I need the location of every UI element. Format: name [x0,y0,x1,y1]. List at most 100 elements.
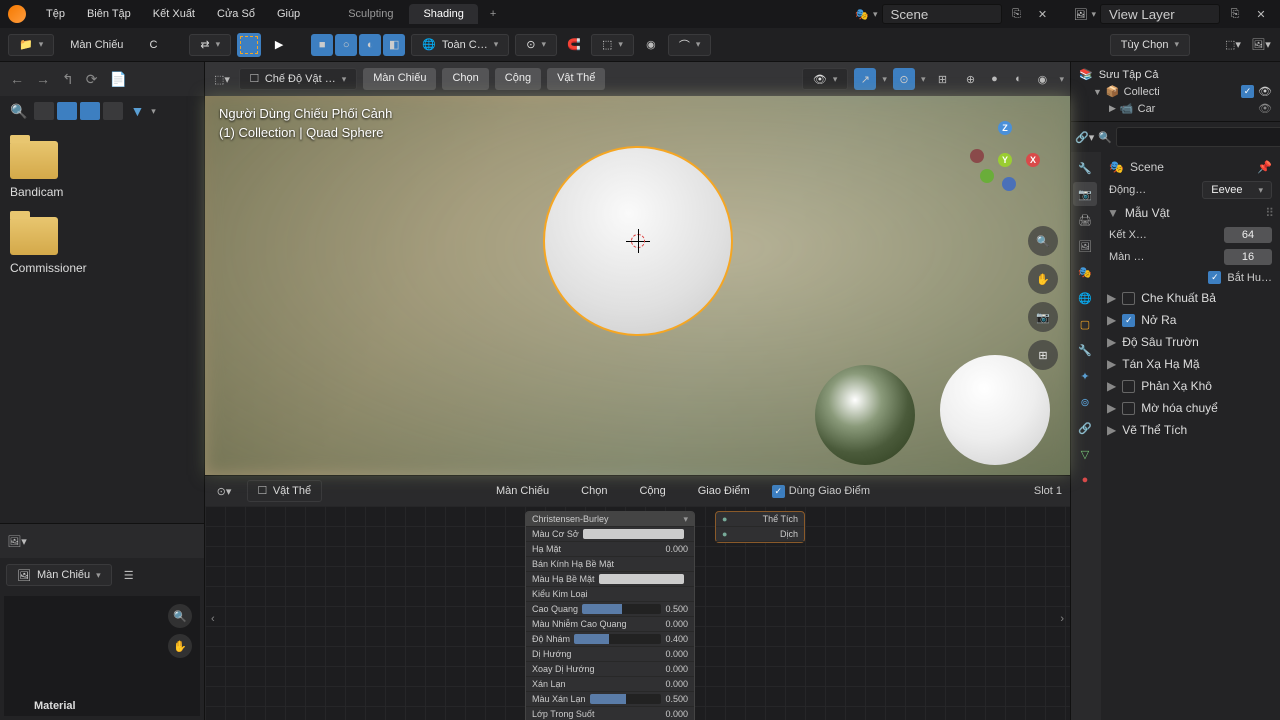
snap-target[interactable]: ⬚ ▾ [591,34,634,56]
orientation-dropdown[interactable]: 🌐 Toàn C… ▾ [411,34,509,56]
move-icon[interactable]: ■ [311,34,333,56]
ao-panel[interactable]: ▶Che Khuất Bả [1107,287,1274,309]
sampling-panel[interactable]: ▼Mẫu Vật ⠿ [1107,202,1274,224]
viewlayer-selector[interactable]: 🖼 ▾ ⎘ ✕ [1074,3,1273,25]
vp-add-menu[interactable]: Cộng [495,68,541,90]
navigation-gizmo[interactable]: Z X Y [970,121,1040,191]
view-samples-value[interactable]: 16 [1224,249,1272,265]
tab-physics-icon[interactable]: ⊚ [1073,390,1097,414]
sss-panel[interactable]: ▶Tán Xạ Hạ Mặ [1107,353,1274,375]
vp-object-menu[interactable]: Vật Thể [547,68,605,90]
tab-particle-icon[interactable]: ✦ [1073,364,1097,388]
tab-shading[interactable]: Shading [409,4,477,24]
select-tool[interactable] [237,33,261,57]
tab-add[interactable]: + [480,4,506,24]
viewlayer-input[interactable] [1100,4,1220,24]
filter-icon[interactable]: ▼ [126,101,148,121]
menu-window[interactable]: Cửa Sổ [207,4,265,24]
folder-bandicam[interactable]: Bandicam [10,141,194,199]
node-node[interactable]: Giao Điểm [688,481,760,501]
hand-icon[interactable]: ✋ [168,634,192,658]
transform-icon[interactable]: ◧ [383,34,405,56]
zoom-icon[interactable]: 🔍 [1028,226,1058,256]
tab-object-icon[interactable]: ▢ [1073,312,1097,336]
neg-y-icon[interactable] [980,169,994,183]
nav-refresh-icon[interactable]: ⟳ [82,69,102,90]
close-scene-icon[interactable]: ✕ [1032,3,1054,25]
transform-pills[interactable]: ■ ○ ◐ ◧ [311,34,405,56]
tab-scene-icon[interactable]: 🎭 [1073,260,1097,284]
overlay-toggle[interactable]: ⊙ [893,68,915,90]
collection-row[interactable]: ▼📦 Collecti ✓ 👁 [1075,83,1276,100]
thumb-icon[interactable] [103,102,123,120]
camera-row[interactable]: ▶📹 Car 👁 [1075,100,1276,117]
copy-layer-icon[interactable]: ⎘ [1224,3,1246,25]
slot-label[interactable]: Slot 1 [1034,485,1062,497]
scale-icon[interactable]: ◐ [359,34,381,56]
check-icon[interactable]: ✓ [1241,85,1254,98]
prop-edit[interactable]: ◉ [640,34,662,56]
tab-world-icon[interactable]: 🌐 [1073,286,1097,310]
rotate-icon[interactable]: ○ [335,34,357,56]
neg-axis-icon[interactable] [970,149,984,163]
nav-fwd-icon[interactable]: → [32,69,54,89]
wire-icon[interactable]: ⊕ [959,68,981,90]
outliner-filter-icon[interactable]: ⬚▾ [1222,34,1244,56]
mode-dropdown[interactable]: 🞎 Chế Độ Vật … ▾ [239,68,357,90]
pin-icon[interactable]: 📌 [1257,160,1272,174]
vp-view-menu[interactable]: Màn Chiếu [363,68,436,90]
scene-selector[interactable]: 🎭 ▾ ⎘ ✕ [855,3,1053,25]
copy-scene-icon[interactable]: ⎘ [1006,3,1028,25]
node-canvas[interactable]: ‹ › Christensen-Burley▾ Màu Cơ Sở Hạ Mặt… [205,506,1070,720]
menu-help[interactable]: Giúp [267,4,310,24]
node-select[interactable]: Chọn [571,481,617,501]
node-editor-icon[interactable]: ⊙▾ [213,480,235,502]
eye-icon[interactable]: 👁 [1258,85,1272,98]
view-menu[interactable]: Màn Chiếu [60,35,133,55]
nav-up-icon[interactable]: ↰ [58,69,78,90]
scene-input[interactable] [882,4,1002,24]
panel-right-icon[interactable]: › [1060,613,1064,625]
shading-modes[interactable]: ⊕ ● ◐ ◉ [959,68,1053,90]
tab-constraint-icon[interactable]: 🔗 [1073,416,1097,440]
tab-viewlayer-icon[interactable]: 🖼 [1073,234,1097,258]
viewport-denoise-check[interactable]: ✓ [1208,271,1221,284]
scene-breadcrumb[interactable]: 🎭 Scene 📌 [1107,156,1274,178]
nav-new-icon[interactable]: 📄 [105,69,130,90]
options-dropdown[interactable]: Tùy Chọn ▾ [1110,34,1190,56]
tab-sculpting[interactable]: Sculpting [334,4,407,24]
persp-icon[interactable]: ⊞ [1028,340,1058,370]
thumb-large-icon[interactable] [80,102,100,120]
tab-tool-icon[interactable]: 🔧 [1073,156,1097,180]
zoom-icon[interactable]: 🔍 [168,604,192,628]
visibility-dropdown[interactable]: 👁 ▾ [802,68,849,90]
editor-icon[interactable]: ⬚▾ [211,68,233,90]
outliner-display-icon[interactable]: 🖼▾ [1250,34,1272,56]
gizmo-toggle[interactable]: ↗ [854,68,876,90]
menu-render[interactable]: Kết Xuất [143,4,205,24]
xray-icon[interactable]: ⊞ [931,68,953,90]
list-view-icon[interactable] [34,102,54,120]
camera-icon[interactable]: 📷 [1028,302,1058,332]
motionblur-panel[interactable]: ▶Mờ hóa chuyể [1107,397,1274,419]
quad-sphere-object[interactable] [543,146,733,336]
link-icon[interactable]: 🔗▾ [1075,126,1094,148]
bloom-panel[interactable]: ▶✓Nở Ra [1107,309,1274,331]
ch-menu[interactable]: C [139,35,167,55]
z-axis-icon[interactable]: Z [998,121,1012,135]
scene-collection-row[interactable]: 📚 Sưu Tập Cả [1075,66,1276,83]
props-search-input[interactable] [1116,127,1280,147]
search-icon[interactable]: 🔍 [6,101,31,122]
solid-icon[interactable]: ● [983,68,1005,90]
use-nodes-check[interactable]: ✓ Dùng Giao Điểm [772,485,870,498]
render-samples-value[interactable]: 64 [1224,227,1272,243]
snap-dropdown[interactable]: ⇄ ▾ [189,34,231,56]
tab-material-icon[interactable]: ● [1073,468,1097,492]
prop-falloff[interactable]: ⌒ ▾ [668,34,712,56]
menu-icon[interactable]: ☰ [118,564,140,586]
editor-type-dropdown[interactable]: 📁 ▾ [8,34,54,56]
node-obj-dropdown[interactable]: 🞎 Vật Thể [247,480,322,502]
pivot-dropdown[interactable]: ⊙ ▾ [515,34,557,56]
thumb-small-icon[interactable] [57,102,77,120]
3d-viewport[interactable]: Người Dùng Chiếu Phối Cảnh (1) Collectio… [205,96,1070,475]
